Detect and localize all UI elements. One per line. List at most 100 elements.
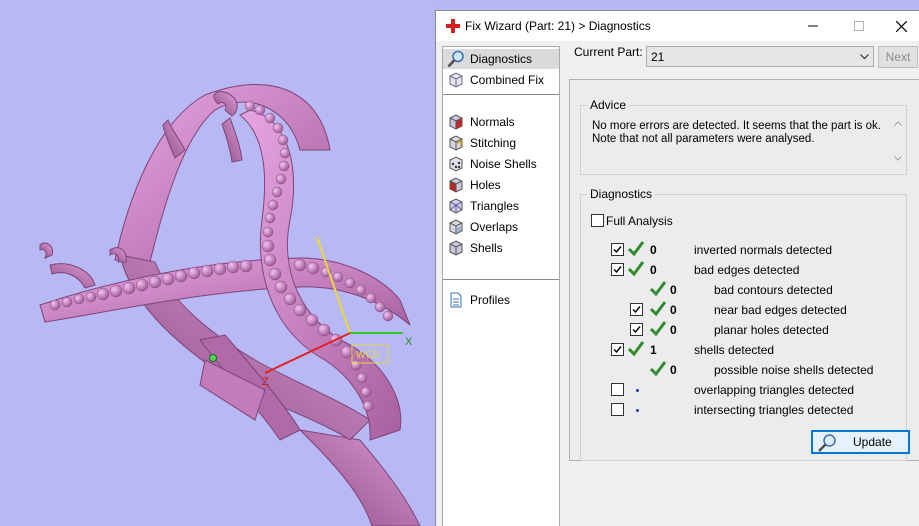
ring-model[interactable]: Y X Z WCS (0, 0, 436, 526)
axis-z-label: Z (262, 376, 269, 388)
nav-item-shells[interactable]: Shells (443, 238, 559, 258)
nav-label-diagnostics: Diagnostics (470, 52, 533, 66)
inverted-normals-checkbox[interactable] (611, 243, 624, 256)
axis-y-label: Y (314, 235, 322, 247)
nav-item-holes[interactable]: Holes (443, 175, 559, 195)
nav-label-overlaps: Overlaps (470, 220, 519, 234)
nav-label-noise-shells: Noise Shells (470, 157, 537, 171)
nav-separator (443, 94, 559, 95)
ok-tick-icon (649, 281, 667, 297)
combined-fix-icon (449, 72, 463, 88)
overlapping-triangles-checkbox[interactable] (611, 383, 624, 396)
ok-tick-icon (649, 361, 667, 377)
title-bar[interactable]: Fix Wizard (Part: 21) > Diagnostics (436, 11, 919, 41)
not-analysed-dot-icon (636, 409, 639, 412)
nav-label-combined-fix: Combined Fix (470, 73, 545, 87)
wcs-label: WCS (356, 350, 380, 361)
checkmark-icon (632, 326, 641, 334)
noise-shells-cube-icon (449, 156, 463, 172)
scroll-down-icon[interactable] (894, 154, 902, 162)
intersecting-triangles-checkbox[interactable] (611, 403, 624, 416)
wizard-nav-panel: Diagnostics Combined Fix Normals Stitchi… (442, 46, 560, 526)
advice-group: Advice No more errors are detected. It s… (580, 98, 907, 175)
bad-edges-count: 0 (650, 263, 657, 277)
intersecting-triangles-label: intersecting triangles detected (694, 403, 854, 417)
nav-label-shells: Shells (470, 241, 503, 255)
axis-x-label: X (405, 336, 413, 348)
ok-tick-icon (649, 301, 667, 317)
holes-cube-icon (449, 177, 463, 193)
overlaps-cube-icon (449, 219, 463, 235)
update-button[interactable]: Update (811, 430, 910, 454)
minimize-icon (808, 25, 818, 27)
ok-tick-icon (627, 241, 645, 257)
maximize-icon (854, 21, 864, 31)
full-analysis-checkbox[interactable] (591, 214, 604, 227)
nav-label-profiles: Profiles (470, 293, 511, 307)
close-icon (895, 20, 907, 32)
noise-shells-label: possible noise shells detected (714, 363, 874, 377)
nav-item-noise-shells[interactable]: Noise Shells (443, 154, 559, 174)
next-button[interactable]: Next (878, 46, 918, 68)
nav-item-triangles[interactable]: Triangles (443, 196, 559, 216)
red-cross-app-icon (446, 19, 460, 33)
near-bad-edges-label: near bad edges detected (714, 303, 847, 317)
ok-tick-icon (627, 341, 645, 357)
nav-label-stitching: Stitching (470, 136, 517, 150)
shells-label: shells detected (694, 343, 775, 357)
current-part-value: 21 (651, 50, 665, 64)
triangles-cube-icon (449, 198, 463, 214)
nav-item-combined-fix[interactable]: Combined Fix (443, 70, 559, 90)
full-analysis-label: Full Analysis (606, 214, 673, 228)
shells-cube-icon (449, 240, 463, 256)
origin-marker (209, 354, 217, 362)
planar-holes-label: planar holes detected (714, 323, 829, 337)
nav-item-diagnostics[interactable]: Diagnostics (443, 49, 559, 69)
nav-label-triangles: Triangles (470, 199, 519, 213)
nav-item-normals[interactable]: Normals (443, 112, 559, 132)
3d-viewport[interactable]: Y X Z WCS (0, 0, 436, 526)
update-label: Update (853, 435, 892, 449)
checkmark-icon (613, 346, 622, 354)
diagnostics-title: Diagnostics (587, 187, 656, 201)
checkmark-icon (632, 306, 641, 314)
normals-cube-icon (449, 114, 463, 130)
ok-tick-icon (627, 261, 645, 277)
window-title: Fix Wizard (Part: 21) > Diagnostics (465, 19, 651, 33)
not-analysed-dot-icon (636, 389, 639, 392)
advice-text: No more errors are detected. It seems th… (592, 120, 881, 145)
stitching-cube-icon (449, 135, 463, 151)
diagnostics-page: Advice No more errors are detected. It s… (569, 79, 919, 461)
near-bad-edges-count: 0 (670, 303, 677, 317)
document-icon (450, 292, 462, 308)
bad-contours-label: bad contours detected (714, 283, 833, 297)
bad-edges-label: bad edges detected (694, 263, 800, 277)
checkmark-icon (613, 266, 622, 274)
advice-title: Advice (587, 98, 630, 112)
planar-holes-checkbox[interactable] (630, 323, 643, 336)
nav-label-holes: Holes (470, 178, 501, 192)
current-part-label: Current Part: (574, 45, 643, 59)
chevron-down-icon (860, 54, 869, 60)
bad-edges-checkbox[interactable] (611, 263, 624, 276)
nav-item-stitching[interactable]: Stitching (443, 133, 559, 153)
magnifier-icon (818, 434, 836, 452)
minimize-button[interactable] (790, 11, 836, 41)
diagnostics-group: Diagnostics Full Analysis 0 inverted nor… (580, 187, 910, 461)
shells-checkbox[interactable] (611, 343, 624, 356)
close-button[interactable] (882, 11, 919, 41)
nav-item-overlaps[interactable]: Overlaps (443, 217, 559, 237)
ok-tick-icon (649, 321, 667, 337)
scroll-up-icon[interactable] (894, 120, 902, 128)
maximize-button[interactable] (836, 11, 882, 41)
magnifier-icon (447, 50, 464, 68)
overlapping-triangles-label: overlapping triangles detected (694, 383, 855, 397)
nav-label-normals: Normals (470, 115, 515, 129)
near-bad-edges-checkbox[interactable] (630, 303, 643, 316)
fix-wizard-dialog: Fix Wizard (Part: 21) > Diagnostics Diag… (435, 10, 919, 526)
inverted-normals-count: 0 (650, 243, 657, 257)
planar-holes-count: 0 (670, 323, 677, 337)
checkmark-icon (613, 246, 622, 254)
nav-item-profiles[interactable]: Profiles (443, 290, 559, 310)
current-part-select[interactable]: 21 (646, 46, 874, 67)
